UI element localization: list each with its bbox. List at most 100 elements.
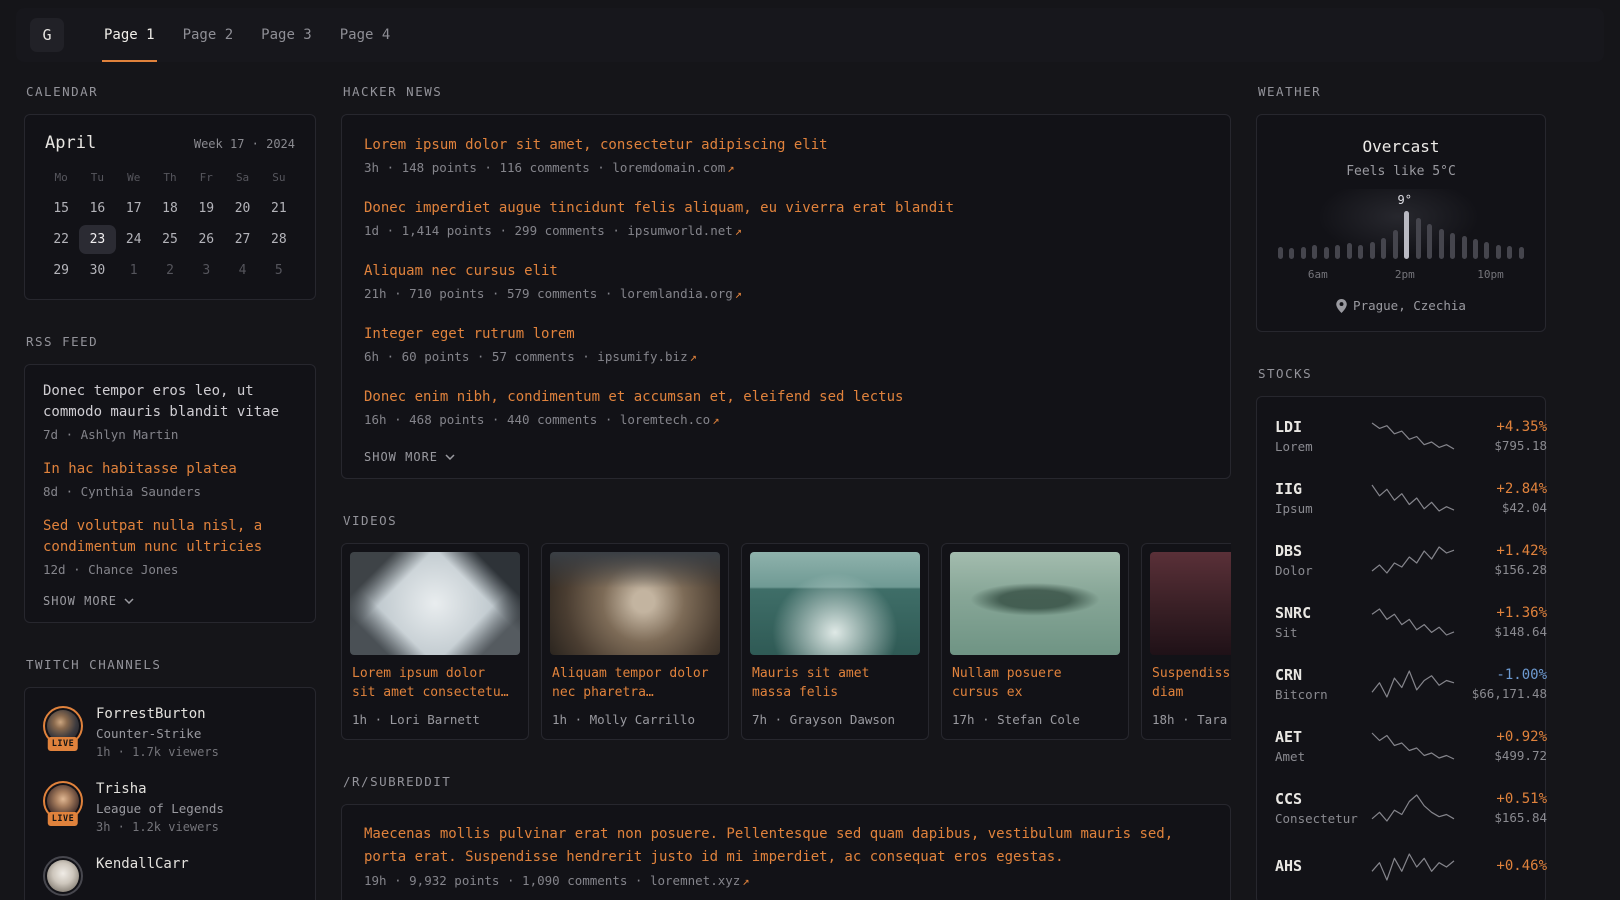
hn-domain-link[interactable]: loremdomain.com (612, 160, 725, 175)
video-card[interactable]: Lorem ipsum dolor sit amet consectetu… 1… (341, 543, 529, 740)
left-column: CALENDAR April Week 17 · 2024 Mo Tu We T… (24, 84, 316, 900)
external-link-icon[interactable]: ↗ (690, 350, 697, 364)
weekday-label: Fr (188, 171, 224, 184)
external-link-icon[interactable]: ↗ (735, 224, 742, 238)
stock-price: $42.04 (1455, 500, 1547, 515)
calendar-day: 2 (152, 256, 188, 285)
stock-row[interactable]: AET Amet +0.92% $499.72 (1275, 715, 1527, 777)
top-nav: G Page 1 Page 2 Page 3 Page 4 (16, 8, 1604, 62)
video-card[interactable]: Mauris sit amet massa felis 7h · Grayson… (741, 543, 929, 740)
dashboard: CALENDAR April Week 17 · 2024 Mo Tu We T… (0, 62, 1620, 900)
external-link-icon[interactable]: ↗ (735, 287, 742, 301)
calendar-day: 3 (188, 256, 224, 285)
rss-widget: RSS FEED Donec tempor eros leo, ut commo… (24, 334, 316, 623)
hn-domain-link[interactable]: ipsumworld.net (627, 223, 732, 238)
calendar-week-label: Week 17 · 2024 (194, 137, 295, 151)
stock-row[interactable]: LDI Lorem +4.35% $795.18 (1275, 405, 1527, 467)
twitch-card: LIVE ForrestBurton Counter-Strike 1h · 1… (24, 687, 316, 900)
calendar-day-selected: 23 (79, 225, 115, 254)
video-title[interactable]: Lorem ipsum dolor sit amet consectetu… (352, 665, 518, 703)
stock-name: Sit (1275, 625, 1371, 640)
stock-row[interactable]: AHS +0.46% (1275, 839, 1527, 895)
stock-sparkline-path (1372, 733, 1454, 759)
hn-domain-link[interactable]: ipsumify.biz (597, 349, 687, 364)
calendar-month: April (45, 133, 96, 153)
weather-hour-bar (1312, 245, 1317, 259)
stock-change: +0.46% (1455, 858, 1547, 874)
weather-hour-bar (1462, 236, 1467, 259)
hn-item-headline[interactable]: Donec enim nibh, condimentum et accumsan… (364, 387, 1208, 408)
stock-row[interactable]: CRN Bitcorn -1.00% $66,171.48 (1275, 653, 1527, 715)
tab-page-3[interactable]: Page 3 (247, 8, 326, 62)
video-card[interactable]: Suspendisse diam 18h · Tara (1141, 543, 1231, 740)
video-title[interactable]: Aliquam tempor dolor nec pharetra… (552, 665, 718, 703)
stock-id: AHS (1275, 857, 1371, 878)
calendar-day: 20 (224, 194, 260, 223)
video-title[interactable]: Mauris sit amet massa felis (752, 665, 918, 703)
stock-values: +0.92% $499.72 (1455, 729, 1547, 763)
video-title[interactable]: Nullam posuere cursus ex (952, 665, 1118, 703)
hn-meta-text: 1d · 1,414 points · 299 comments · (364, 223, 627, 238)
external-link-icon[interactable]: ↗ (727, 161, 734, 175)
video-card[interactable]: Aliquam tempor dolor nec pharetra… 1h · … (541, 543, 729, 740)
video-thumbnail[interactable] (550, 552, 720, 655)
video-thumbnail[interactable] (1150, 552, 1231, 655)
stock-name: Consectetur (1275, 811, 1371, 826)
external-link-icon[interactable]: ↗ (742, 874, 749, 888)
calendar-day: 18 (152, 194, 188, 223)
peak-temperature-label: 9° (1398, 193, 1412, 207)
stock-price: $165.84 (1455, 810, 1547, 825)
tab-page-1[interactable]: Page 1 (90, 8, 169, 62)
calendar-day: 1 (116, 256, 152, 285)
rss-item-headline[interactable]: Donec tempor eros leo, ut commodo mauris… (43, 381, 297, 423)
tab-page-4[interactable]: Page 4 (326, 8, 405, 62)
hn-item-headline[interactable]: Lorem ipsum dolor sit amet, consectetur … (364, 135, 1208, 156)
video-title[interactable]: Suspendisse diam (1152, 665, 1231, 703)
hn-item-headline[interactable]: Donec imperdiet augue tincidunt felis al… (364, 198, 1208, 219)
stock-row[interactable]: DBS Dolor +1.42% $156.28 (1275, 529, 1527, 591)
weather-feels-like: Feels like 5°C (1275, 164, 1527, 179)
hn-item-headline[interactable]: Integer eget rutrum lorem (364, 324, 1208, 345)
weather-hour-bar (1404, 211, 1409, 259)
stock-sparkline-path (1372, 423, 1454, 449)
stock-row[interactable]: CCS Consectetur +0.51% $165.84 (1275, 777, 1527, 839)
rss-item-headline[interactable]: Sed volutpat nulla nisl, a condimentum n… (43, 516, 297, 558)
stock-values: +0.46% (1455, 858, 1547, 877)
external-link-icon[interactable]: ↗ (712, 413, 719, 427)
stock-sparkline-path (1372, 609, 1454, 635)
calendar-day: 27 (224, 225, 260, 254)
app-logo[interactable]: G (30, 18, 64, 52)
weekday-label: Th (152, 171, 188, 184)
weekday-label: Sa (224, 171, 260, 184)
video-meta: 7h · Grayson Dawson (752, 712, 918, 727)
tab-page-2[interactable]: Page 2 (169, 8, 248, 62)
stock-values: +2.84% $42.04 (1455, 481, 1547, 515)
stock-row[interactable]: SNRC Sit +1.36% $148.64 (1275, 591, 1527, 653)
video-card[interactable]: Nullam posuere cursus ex 17h · Stefan Co… (941, 543, 1129, 740)
video-thumbnail[interactable] (950, 552, 1120, 655)
stock-id: AET Amet (1275, 728, 1371, 764)
video-thumbnail[interactable] (750, 552, 920, 655)
stock-price: $499.72 (1455, 748, 1547, 763)
hn-domain-link[interactable]: loremtech.co (620, 412, 710, 427)
stock-values: +1.36% $148.64 (1455, 605, 1547, 639)
stock-row[interactable]: IIG Ipsum +2.84% $42.04 (1275, 467, 1527, 529)
hn-item-headline[interactable]: Aliquam nec cursus elit (364, 261, 1208, 282)
stock-price: $148.64 (1455, 624, 1547, 639)
stock-change: +0.92% (1455, 729, 1547, 745)
video-thumbnail[interactable] (350, 552, 520, 655)
twitch-channel-row[interactable]: LIVE ForrestBurton Counter-Strike 1h · 1… (43, 706, 297, 759)
hn-show-more-button[interactable]: SHOW MORE (364, 450, 1208, 464)
subreddit-domain-link[interactable]: loremnet.xyz (650, 873, 740, 888)
twitch-channel-row[interactable]: KendallCarr (43, 856, 297, 896)
middle-column: HACKER NEWS Lorem ipsum dolor sit amet, … (341, 84, 1231, 900)
rss-show-more-button[interactable]: SHOW MORE (43, 594, 297, 608)
hn-domain-link[interactable]: loremlandia.org (620, 286, 733, 301)
rss-item-headline[interactable]: In hac habitasse platea (43, 459, 297, 480)
channel-meta: 3h · 1.2k viewers (96, 820, 224, 834)
calendar-day: 29 (43, 256, 79, 285)
calendar-day: 30 (79, 256, 115, 285)
subreddit-post-headline[interactable]: Maecenas mollis pulvinar erat non posuer… (364, 823, 1208, 869)
twitch-channel-row[interactable]: LIVE Trisha League of Legends 3h · 1.2k … (43, 781, 297, 834)
channel-avatar: LIVE (43, 706, 83, 746)
